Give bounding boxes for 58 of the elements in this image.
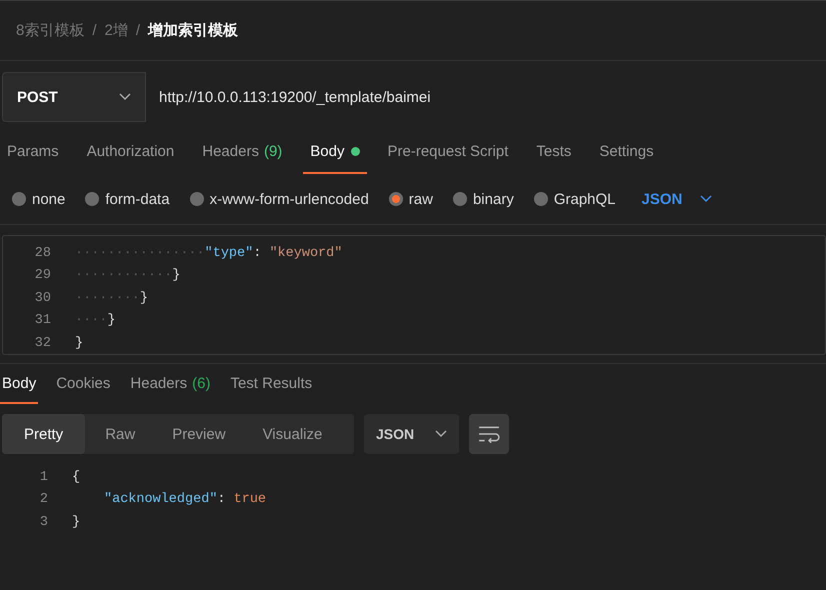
line-number: 1 [38,470,49,485]
url-field[interactable]: http://10.0.0.113:19200/_template/baimei [146,72,826,122]
breadcrumb-item[interactable]: 8索引模板 [16,21,84,40]
request-tab[interactable]: Tests [529,130,578,174]
code-line: ················"type": "keyword" [75,246,342,261]
line-number: 32 [34,336,52,351]
breadcrumb-item: 增加索引模板 [148,21,238,40]
code-line: "acknowledged": true [103,492,266,508]
breadcrumb-separator: / [136,22,140,39]
view-mode-tab[interactable]: Visualize [246,414,340,454]
code-editor[interactable]: 28 ················"type": "keyword" 29 ············} 30 ········} 31 ····} 32 } [2,235,826,355]
radio-label[interactable]: binary [472,190,514,208]
wrap-lines-icon [478,425,500,443]
radio-label[interactable]: GraphQL [554,190,616,208]
radio-button[interactable] [85,192,100,206]
response-tab[interactable]: Cookies [54,364,112,404]
response-tab[interactable]: Test Results [228,364,314,404]
request-tab[interactable]: Body [303,130,366,174]
wrap-lines-button[interactable] [469,414,509,454]
response-tab[interactable]: Headers (6) [128,364,212,404]
request-tab[interactable]: Pre-request Script [380,130,516,174]
request-tab[interactable]: Authorization [80,130,182,174]
method-dropdown[interactable]: POST [2,72,146,122]
request-tab[interactable]: Params [0,130,66,174]
chevron-down-icon [435,430,447,438]
radio-button[interactable] [190,192,204,206]
chevron-down-icon [119,93,131,101]
line-number: 29 [34,268,52,284]
code-line: ············} [75,268,180,284]
response-tab[interactable]: Body [0,364,38,404]
radio-label[interactable]: x-www-form-urlencoded [210,190,369,208]
view-mode-tab[interactable]: Preview [155,414,243,454]
radio-label[interactable]: raw [408,190,433,208]
code-line: ········} [75,290,148,306]
breadcrumb-item[interactable]: 2增 [104,21,128,40]
view-mode-tab[interactable]: Raw [88,414,152,454]
radio-button[interactable] [452,192,467,206]
line-number: 30 [34,290,52,306]
radio-button[interactable] [534,192,548,206]
line-number: 3 [38,514,49,530]
code-line: { [72,470,80,485]
radio-label[interactable]: form-data [105,190,170,208]
request-tab[interactable]: Settings [592,130,661,174]
view-mode-tab[interactable]: Pretty [2,414,86,454]
radio-button[interactable] [12,192,26,206]
format-dropdown[interactable]: JSON [364,414,459,454]
format-dropdown[interactable]: JSON [636,190,718,208]
request-tab[interactable]: Headers (9) [195,130,290,174]
line-number: 31 [34,313,52,328]
line-number: 28 [34,246,52,261]
code-line: ····} [75,313,116,328]
breadcrumb-separator: / [92,22,97,39]
code-line: } [72,514,80,530]
radio-button[interactable] [388,192,403,206]
radio-label[interactable]: none [32,190,66,208]
code-line: } [75,336,84,351]
chevron-down-icon [700,195,712,203]
line-number: 2 [38,492,49,508]
